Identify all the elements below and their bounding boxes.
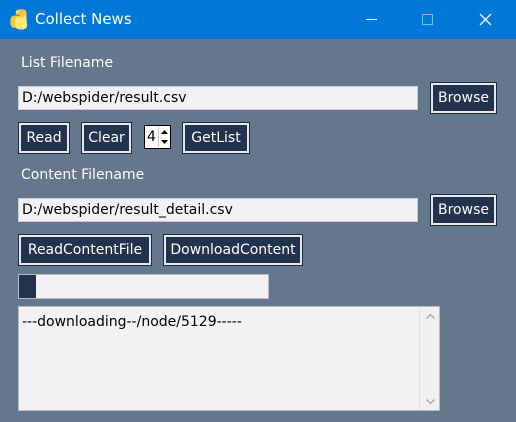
close-button[interactable] [462,0,508,39]
title-bar[interactable]: Collect News [0,0,516,39]
count-spinbox[interactable]: 4 [144,125,171,149]
python-icon [10,9,28,30]
list-filename-label: List Filename [21,55,114,71]
clear-button[interactable]: Clear [81,122,132,154]
read-button[interactable]: Read [18,122,70,154]
browse-content-button[interactable]: Browse [430,194,497,226]
chevron-down-icon [425,398,435,404]
content-filename-input[interactable] [18,198,418,222]
spin-down-button[interactable] [159,137,170,147]
minimize-icon [365,19,377,20]
list-filename-input[interactable] [18,86,418,110]
content-filename-label: Content Filename [21,167,145,183]
browse-list-button[interactable]: Browse [430,82,497,114]
scroll-up-button[interactable] [420,307,440,324]
log-textbox[interactable]: ---downloading--/node/5129----- [18,306,440,411]
log-scrollbar[interactable] [419,307,439,410]
download-progress-bar [18,274,269,299]
scroll-down-button[interactable] [420,393,440,410]
spin-up-button[interactable] [159,127,170,137]
getlist-button[interactable]: GetList [182,122,250,154]
maximize-button[interactable] [404,0,450,39]
log-line: ---downloading--/node/5129----- [22,314,242,330]
maximize-icon [421,14,433,25]
read-content-file-button[interactable]: ReadContentFile [18,234,152,266]
caret-up-icon [161,130,168,134]
download-content-button[interactable]: DownloadContent [163,234,303,266]
chevron-up-icon [425,313,435,319]
minimize-button[interactable] [348,0,394,39]
spinbox-value: 4 [147,129,156,145]
window-title: Collect News [35,10,132,28]
spinbox-arrows [158,127,170,147]
close-icon [479,13,491,26]
window-client-area: List Filename Browse Read Clear 4 GetLis… [0,39,516,422]
progress-fill [19,275,37,298]
caret-down-icon [161,140,168,144]
